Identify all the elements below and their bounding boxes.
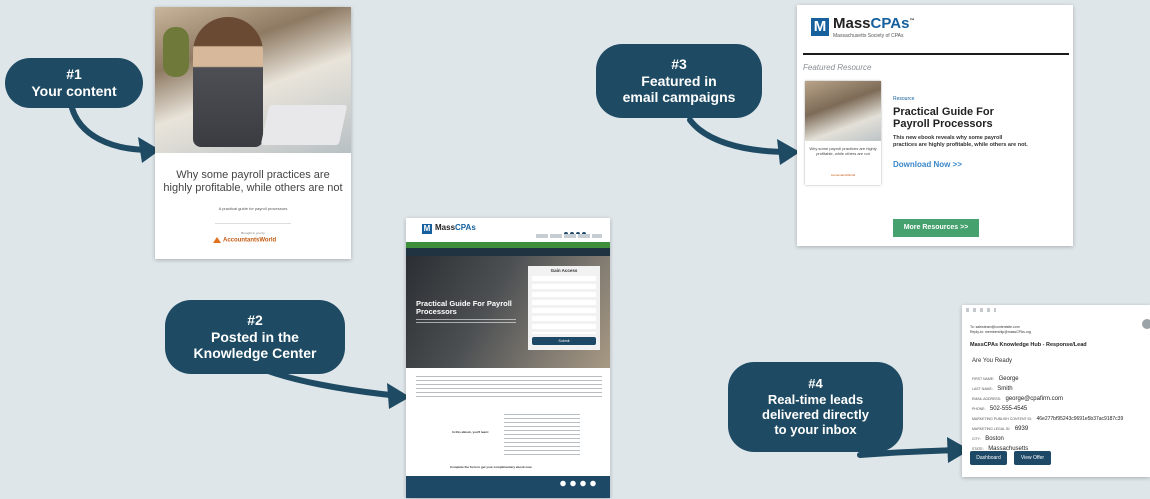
kc-footer-social-icons[interactable] (558, 480, 598, 487)
kc-form-title: Gain Access (550, 268, 578, 273)
kc-learn-label: In this eBook, you'll learn: (452, 430, 490, 434)
knowledge-center-page: M MassCPAs Practical Guide For Payroll Pr… (406, 218, 610, 498)
lead-field: EMAIL ADDRESS: george@cpafirm.com (972, 396, 1063, 402)
ebook-cover: Why some payroll practices are highly pr… (155, 7, 351, 259)
kc-footer (406, 476, 610, 498)
step-2-badge: #2 Posted in the Knowledge Center (165, 300, 345, 374)
step-3-number: #3 (671, 56, 687, 73)
lead-field: CITY: Boston (972, 436, 1004, 442)
step-1-badge: #1 Your content (5, 58, 143, 108)
email-headline: Practical Guide For Payroll Processors (893, 106, 994, 130)
step-3-badge: #3 Featured in email campaigns (596, 44, 762, 118)
step-2-number: #2 (247, 312, 263, 329)
accountantsworld-logo: AccountantsWorld (213, 237, 297, 247)
step-2-label-line1: Posted in the (211, 328, 299, 345)
cover-photo (155, 7, 351, 153)
kc-body-text (416, 376, 602, 400)
step-4-label-line2: delivered directly (762, 407, 869, 422)
ebook-subtitle: A practical guide for payroll processors (218, 206, 288, 211)
step-1-label: Your content (31, 83, 117, 99)
kc-access-form: Gain Access Submit (528, 266, 600, 350)
view-offer-button[interactable]: View Offer (1014, 451, 1051, 465)
email-campaign: M MassCPAs™ Massachusetts Society of CPA… (797, 5, 1073, 246)
ebook-thumbnail: Why some payroll practices are highly pr… (805, 81, 881, 185)
step-4-label-line1: Real-time leads (767, 391, 864, 407)
kc-breadcrumb-bar (406, 248, 610, 256)
lead-subject: MassCPAs Knowledge Hub - Response/Lead (970, 342, 1087, 348)
kc-hero: Practical Guide For Payroll Processors Ga… (406, 256, 610, 368)
kc-hero-text (416, 319, 516, 325)
thumbnail-brand: AccountantsWorld (830, 173, 856, 177)
kc-social-icons[interactable] (564, 223, 586, 241)
kc-logo-mark: M (422, 224, 432, 234)
accountantsworld-logo-text: AccountantsWorld (223, 237, 277, 244)
woman-image (193, 17, 263, 147)
email-description: This new ebook reveals why some payroll p… (893, 135, 1028, 149)
kc-learn-list (504, 414, 580, 458)
laptop-image (260, 105, 348, 145)
kc-form-fields[interactable] (532, 276, 596, 334)
step-3-label-line2: email campaigns (622, 89, 736, 106)
masscpas-logo-subtext: Massachusetts Society of CPAs (833, 33, 904, 39)
lead-avatar (1142, 319, 1150, 329)
lead-fields: FIRST NAME: George LAST NAME: Smith EMAI… (972, 367, 1124, 452)
header-divider (803, 53, 1069, 55)
thumbnail-title: Why some payroll practices are highly pr… (809, 146, 877, 156)
step-1-number: #1 (66, 66, 82, 83)
step-3-label-line1: Featured in (641, 72, 717, 89)
cover-divider (215, 223, 291, 224)
ebook-title: Why some payroll practices are highly pr… (163, 169, 343, 195)
step-4-label-line3: to your inbox (774, 422, 857, 438)
lead-field: STATE: Massachusetts (972, 446, 1029, 452)
kc-cta-text: Complete the form to get your compliment… (450, 465, 533, 469)
lead-field: LAST NAME: Smith (972, 386, 1013, 392)
arrow-3 (687, 117, 793, 155)
brought-by-text: Brought to you by (241, 231, 265, 235)
step-4-badge: #4 Real-time leads delivered directly to… (728, 362, 903, 452)
ebook-title-line1: Why some payroll practices are (176, 169, 330, 181)
dashboard-button[interactable]: Dashboard (970, 451, 1007, 465)
step-2-label-line2: Knowledge Center (193, 345, 317, 362)
step-4-number: #4 (808, 376, 823, 392)
lead-reply-to: Reply-to: membership@massCPAs.org (970, 330, 1031, 334)
kc-top-buttons[interactable] (536, 234, 602, 238)
masscpas-logo-mark: M (811, 18, 829, 36)
featured-resource-label: Featured Resource (803, 63, 872, 72)
lead-to: To: salesteam@contentsite.com (970, 325, 1020, 329)
thumbnail-photo (805, 81, 881, 141)
kc-page-title: Practical Guide For Payroll Processors (416, 299, 512, 316)
lead-ready: Are You Ready (972, 358, 1013, 364)
arrow-1 (69, 105, 153, 153)
accountantsworld-logo-icon (213, 237, 221, 243)
more-resources-button[interactable]: More Resources >> (893, 219, 979, 237)
ebook-title-line2: highly profitable, while others are not (163, 182, 343, 195)
download-now-link[interactable]: Download Now >> (893, 160, 962, 169)
lead-field: FIRST NAME: George (972, 376, 1019, 382)
kc-submit-button[interactable]: Submit (532, 337, 596, 345)
lead-email-toolbar[interactable] (966, 308, 996, 312)
lead-email: To: salesteam@contentsite.com Reply-to: … (962, 305, 1150, 477)
plant-image (163, 27, 189, 77)
resource-tag: Resource (893, 96, 915, 102)
lead-field: MARKETING PUBLISH CONTENT ID: 46e277bf95… (972, 416, 1124, 422)
masscpas-logo-text: MassCPAs™ (833, 15, 915, 32)
kc-logo-text: MassCPAs (435, 223, 476, 232)
